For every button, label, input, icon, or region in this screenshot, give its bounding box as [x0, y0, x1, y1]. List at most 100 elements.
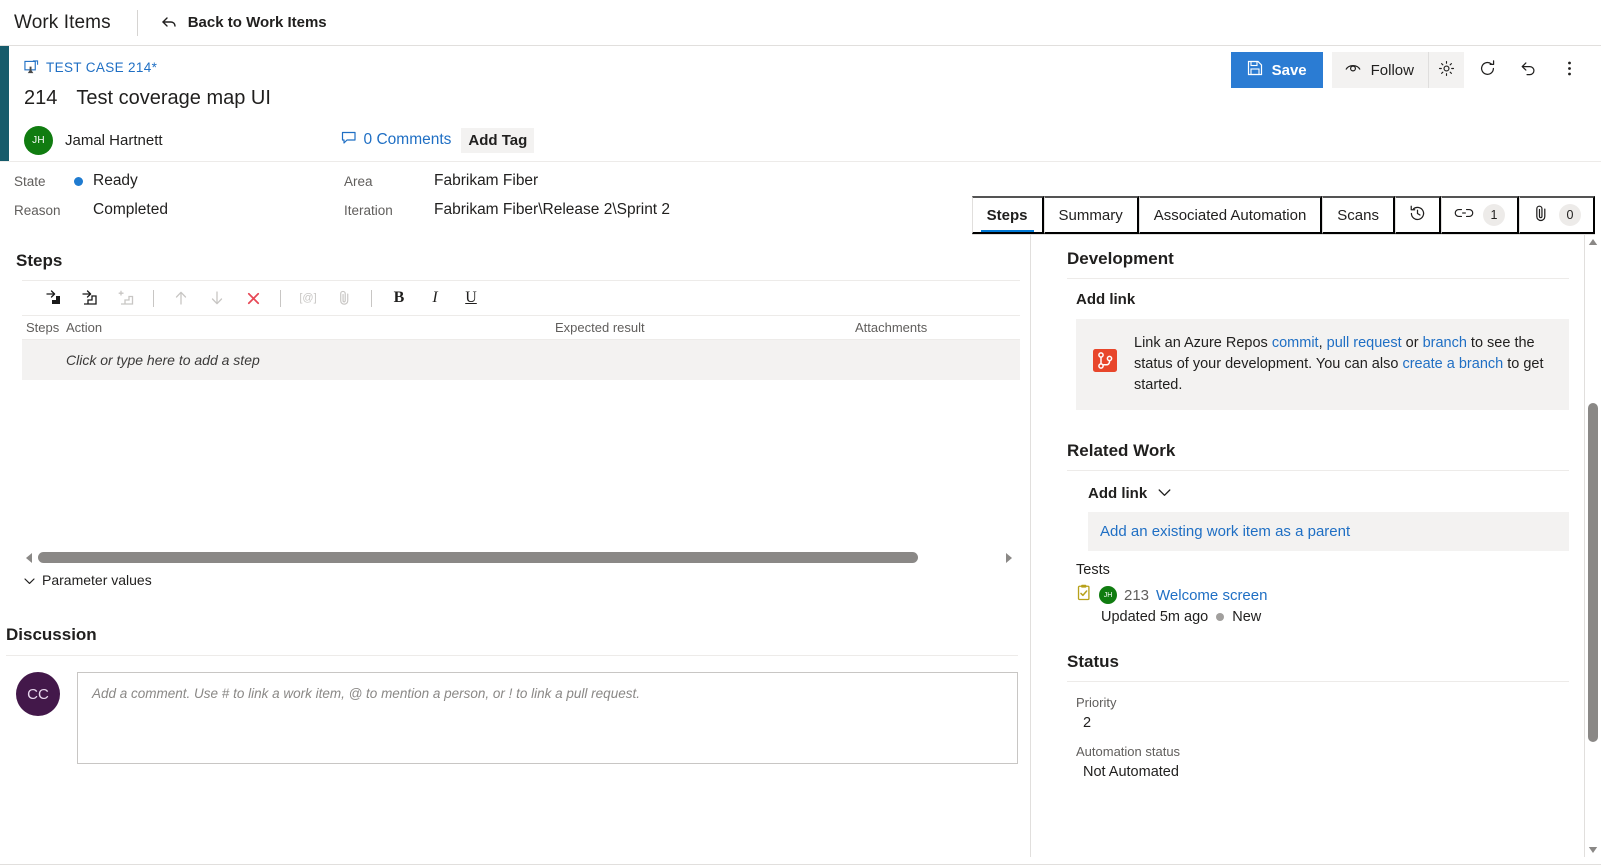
tab-attachments[interactable]: 0	[1519, 196, 1595, 234]
comments-count-label: 0 Comments	[363, 131, 452, 148]
branch-link[interactable]: branch	[1423, 335, 1467, 351]
italic-icon[interactable]: I	[417, 283, 453, 313]
parameter-values-label: Parameter values	[42, 572, 152, 588]
refresh-icon	[1478, 59, 1497, 81]
area-field-value[interactable]: Fabrikam Fiber	[434, 172, 670, 190]
steps-empty-row[interactable]: Click or type here to add a step	[22, 340, 1020, 380]
status-title: Status	[1067, 652, 1119, 671]
work-item-meta-row: JH Jamal Hartnett 0 Comments Add Tag	[24, 119, 1601, 161]
work-item-header: TEST CASE 214* 214 Test coverage map UI …	[0, 46, 1601, 161]
avatar-initials: JH	[32, 134, 45, 146]
back-arrow-icon	[160, 14, 178, 32]
iteration-field-value[interactable]: Fabrikam Fiber\Release 2\Sprint 2	[434, 201, 670, 219]
top-navigation-bar: Work Items Back to Work Items	[0, 0, 1601, 46]
development-add-link-button[interactable]: Add link	[1076, 291, 1569, 308]
related-work-add-link-label: Add link	[1088, 484, 1148, 502]
link-chain-icon	[1454, 206, 1474, 224]
move-down-icon[interactable]	[199, 283, 235, 313]
add-parent-work-item-link[interactable]: Add an existing work item as a parent	[1088, 512, 1569, 551]
add-shared-step-icon[interactable]	[108, 283, 144, 313]
follow-button-group: Follow	[1331, 52, 1464, 88]
separator	[280, 289, 281, 307]
related-work-item-title[interactable]: Welcome screen	[1156, 587, 1267, 604]
pull-request-link[interactable]: pull request	[1327, 335, 1402, 351]
steps-horizontal-scrollbar[interactable]	[24, 549, 1014, 565]
attach-icon[interactable]	[326, 283, 362, 313]
insert-shared-step-icon[interactable]	[72, 283, 108, 313]
test-case-icon	[24, 59, 39, 75]
undo-icon	[1519, 59, 1538, 81]
save-button[interactable]: Save	[1230, 52, 1323, 88]
avatar[interactable]: CC	[16, 672, 60, 716]
scroll-left-arrow-icon[interactable]	[24, 551, 34, 563]
related-work-item[interactable]: JH 213 Welcome screen	[1076, 584, 1569, 606]
development-section: Development Add link Link an Azure Repos…	[1067, 235, 1569, 410]
avatar-initials: CC	[27, 685, 49, 703]
mention-icon[interactable]: [@]	[290, 283, 326, 313]
settings-button[interactable]	[1428, 52, 1464, 88]
back-link-label: Back to Work Items	[187, 14, 327, 31]
refresh-button[interactable]	[1469, 52, 1505, 88]
scrollbar-thumb[interactable]	[38, 551, 919, 563]
scrollbar-thumb[interactable]	[1588, 403, 1598, 743]
avatar[interactable]: JH	[24, 125, 53, 155]
page-vertical-scrollbar[interactable]	[1585, 235, 1601, 857]
back-to-work-items-link[interactable]: Back to Work Items	[160, 14, 327, 32]
tab-scans[interactable]: Scans	[1322, 196, 1395, 234]
related-work-add-link-button[interactable]: Add link	[1088, 484, 1569, 502]
automation-status-field-value[interactable]: Not Automated	[1076, 764, 1569, 780]
related-work-group-label: Tests	[1076, 562, 1110, 578]
reason-field-value[interactable]: Completed	[74, 201, 339, 219]
page-title: Work Items	[14, 11, 111, 33]
follow-button[interactable]: Follow	[1332, 52, 1428, 88]
avatar-initials: JH	[1103, 591, 1113, 599]
move-up-icon[interactable]	[163, 283, 199, 313]
development-empty-state-text: Link an Azure Repos commit, pull request…	[1134, 335, 1544, 393]
state-field-value[interactable]: Ready	[74, 172, 339, 190]
comment-input[interactable]	[77, 672, 1018, 764]
work-item-type-label[interactable]: TEST CASE 214*	[46, 60, 157, 75]
state-dot-icon	[74, 176, 83, 186]
scroll-down-arrow-icon[interactable]	[1585, 843, 1601, 857]
priority-field-label: Priority	[1076, 695, 1117, 710]
scrollbar-track[interactable]	[38, 551, 1000, 563]
steps-section-header: Steps	[6, 235, 1030, 280]
tab-associated-automation[interactable]: Associated Automation	[1138, 196, 1323, 234]
scroll-right-arrow-icon[interactable]	[1004, 551, 1014, 563]
kebab-menu-icon	[1567, 59, 1572, 81]
revert-button[interactable]	[1510, 52, 1546, 88]
tab-links[interactable]: 1	[1441, 196, 1519, 234]
automation-status-field-label: Automation status	[1076, 744, 1181, 759]
save-button-label: Save	[1271, 61, 1307, 79]
tab-steps[interactable]: Steps	[971, 196, 1044, 234]
steps-section-title: Steps	[16, 251, 63, 270]
scrollbar-track[interactable]	[1585, 249, 1601, 843]
tab-summary[interactable]: Summary	[1043, 196, 1139, 234]
related-work-item-subtext: Updated 5m ago New	[1101, 609, 1569, 625]
insert-step-icon[interactable]	[36, 283, 72, 313]
priority-field-value[interactable]: 2	[1076, 715, 1569, 731]
discussion-input-row: CC	[0, 656, 1024, 764]
gear-icon	[1438, 60, 1455, 80]
scroll-up-arrow-icon[interactable]	[1585, 235, 1601, 249]
add-tag-button[interactable]: Add Tag	[461, 127, 535, 153]
commit-link[interactable]: commit	[1272, 335, 1319, 351]
column-header-expected-result: Expected result	[555, 320, 645, 335]
chevron-down-icon	[1158, 484, 1171, 502]
divider	[1067, 278, 1569, 279]
state-dot-icon	[1216, 613, 1225, 621]
area-field-label: Area	[344, 174, 373, 189]
underline-icon[interactable]: U	[453, 283, 489, 313]
delete-step-icon[interactable]	[235, 283, 271, 313]
create-branch-link[interactable]: create a branch	[1402, 356, 1503, 372]
iteration-field-label: Iteration	[344, 203, 393, 218]
tab-history[interactable]	[1395, 196, 1441, 234]
bold-icon[interactable]: B	[381, 283, 417, 313]
more-actions-button[interactable]	[1551, 52, 1587, 88]
work-item-title[interactable]: Test coverage map UI	[76, 87, 271, 110]
comments-link[interactable]: 0 Comments	[341, 130, 452, 151]
parameter-values-toggle[interactable]: Parameter values	[24, 572, 152, 588]
repos-branch-icon	[1090, 333, 1120, 396]
assigned-to-name[interactable]: Jamal Hartnett	[65, 132, 163, 149]
area-value-text: Fabrikam Fiber	[434, 172, 539, 189]
